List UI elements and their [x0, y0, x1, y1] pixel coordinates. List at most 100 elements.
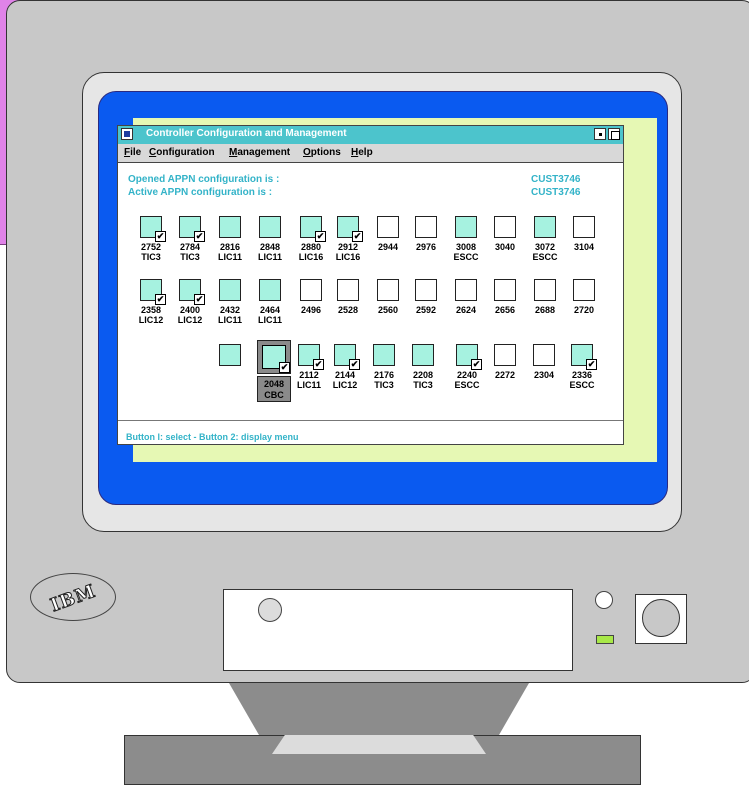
- adapter-type: ESCC: [453, 252, 479, 262]
- adapter-label: 2112 LIC11: [289, 370, 329, 390]
- window-title: Controller Configuration and Management: [146, 128, 347, 139]
- minimize-button[interactable]: [594, 128, 606, 140]
- adapter-label: 3040: [485, 242, 525, 252]
- adapter-box[interactable]: [455, 216, 477, 238]
- adapter-address: 2976: [415, 242, 437, 252]
- check-icon: ✔: [315, 231, 326, 242]
- adapter-label: 3008 ESCC: [446, 242, 486, 262]
- adapter-box[interactable]: ✔: [571, 344, 597, 370]
- adapter-label: 2560: [368, 305, 408, 315]
- adapter-box[interactable]: ✔: [456, 344, 482, 370]
- adapter-label: 2432 LIC11: [210, 305, 250, 325]
- adapter-box[interactable]: [494, 216, 516, 238]
- check-icon: ✔: [194, 231, 205, 242]
- menu-configuration[interactable]: Configuration: [149, 147, 215, 158]
- adapter-address: 2528: [337, 305, 359, 315]
- adapter-box[interactable]: [373, 344, 395, 366]
- adapter-box[interactable]: [412, 344, 434, 366]
- adapter-box[interactable]: [219, 216, 241, 238]
- adapter-address: 2784: [179, 242, 201, 252]
- adapter-label: 2720: [564, 305, 604, 315]
- adapter-address: 2240: [456, 370, 478, 380]
- adapter-address: 3104: [573, 242, 595, 252]
- adapter-box[interactable]: [534, 279, 556, 301]
- adapter-address: 2112: [299, 370, 319, 380]
- adapter-address: 3072: [534, 242, 556, 252]
- adapter-label: 2816 LIC11: [210, 242, 250, 262]
- adapter-box[interactable]: [377, 279, 399, 301]
- adapter-address: 3040: [494, 242, 516, 252]
- adapter-label: 3072 ESCC: [525, 242, 565, 262]
- adapter-box[interactable]: [259, 279, 281, 301]
- adapter-box: ✔: [262, 345, 290, 373]
- adapter-box[interactable]: [415, 216, 437, 238]
- adapter-address: 2848: [259, 242, 281, 252]
- adapter-label: 2912 LIC16: [328, 242, 368, 262]
- adapter-label: 2144 LIC12: [325, 370, 365, 390]
- adapter-box[interactable]: [455, 279, 477, 301]
- adapter-box[interactable]: [415, 279, 437, 301]
- adapter-type: ESCC: [532, 252, 558, 262]
- check-icon: ✔: [155, 231, 166, 242]
- controller-config-window: Controller Configuration and Management …: [117, 125, 624, 445]
- power-led: [596, 635, 614, 644]
- adapter-box[interactable]: ✔: [179, 216, 205, 242]
- adapter-box[interactable]: ✔: [300, 216, 326, 242]
- adapter-address: 2144: [334, 370, 356, 380]
- adapter-type: TIC3: [374, 380, 394, 390]
- adapter-box[interactable]: [573, 279, 595, 301]
- adapter-box[interactable]: ✔: [140, 279, 166, 305]
- adapter-type: LIC11: [217, 252, 242, 262]
- adapter-box[interactable]: ✔: [140, 216, 166, 242]
- adapter-box[interactable]: ✔: [334, 344, 360, 370]
- adapter-box[interactable]: [337, 279, 359, 301]
- title-bar[interactable]: Controller Configuration and Management: [118, 126, 623, 145]
- adapter-box[interactable]: [533, 344, 555, 366]
- adapter-address: 3008: [455, 242, 477, 252]
- adapter-type: LIC12: [332, 380, 358, 390]
- adapter-address: 2400: [179, 305, 201, 315]
- power-button: [642, 599, 680, 637]
- check-icon: ✔: [352, 231, 363, 242]
- adapter-type: LIC12: [177, 315, 203, 325]
- adapter-box[interactable]: ✔: [179, 279, 205, 305]
- system-menu-icon[interactable]: [121, 128, 133, 140]
- adapter-label: 2464 LIC11: [250, 305, 290, 325]
- adapter-address: 2272: [494, 370, 516, 380]
- adapter-box[interactable]: [573, 216, 595, 238]
- menu-file[interactable]: File: [124, 147, 141, 158]
- check-icon: ✔: [471, 359, 482, 370]
- check-icon: ✔: [349, 359, 360, 370]
- adapter-label: 2880 LIC16: [291, 242, 331, 262]
- adapter-address: 2496: [300, 305, 322, 315]
- adapter-address: 2432: [219, 305, 241, 315]
- adapter-label: 3104: [564, 242, 604, 252]
- adapter-box[interactable]: [259, 216, 281, 238]
- adapter-label: 2240 ESCC: [447, 370, 487, 390]
- adapter-label: 2496: [291, 305, 331, 315]
- menu-options[interactable]: Options: [303, 147, 341, 158]
- menu-help[interactable]: Help: [351, 147, 373, 158]
- adapter-address: 2624: [455, 305, 477, 315]
- adapter-box[interactable]: [300, 279, 322, 301]
- adapter-type: LIC11: [257, 252, 282, 262]
- adapter-box[interactable]: ✔: [298, 344, 324, 370]
- status-line: Button l: select - Button 2: display men…: [126, 432, 299, 442]
- adapter-label: 2624: [446, 305, 486, 315]
- adapter-box[interactable]: [219, 344, 241, 366]
- adapter-address: 2720: [573, 305, 595, 315]
- adapter-box[interactable]: [534, 216, 556, 238]
- menu-management[interactable]: Management: [229, 147, 290, 158]
- adapter-box[interactable]: [219, 279, 241, 301]
- adapter-slot-selected[interactable]: ✔: [257, 340, 291, 374]
- adapter-box[interactable]: [494, 344, 516, 366]
- adapter-box[interactable]: ✔: [337, 216, 363, 242]
- adapter-address: 2944: [377, 242, 399, 252]
- maximize-button[interactable]: [608, 128, 620, 140]
- adapter-box[interactable]: [377, 216, 399, 238]
- adapter-label: 2848 LIC11: [250, 242, 290, 262]
- adapter-type: TIC3: [180, 252, 200, 262]
- adapter-address: 2464: [259, 305, 281, 315]
- adapter-box[interactable]: [494, 279, 516, 301]
- adapter-address: 2816: [219, 242, 241, 252]
